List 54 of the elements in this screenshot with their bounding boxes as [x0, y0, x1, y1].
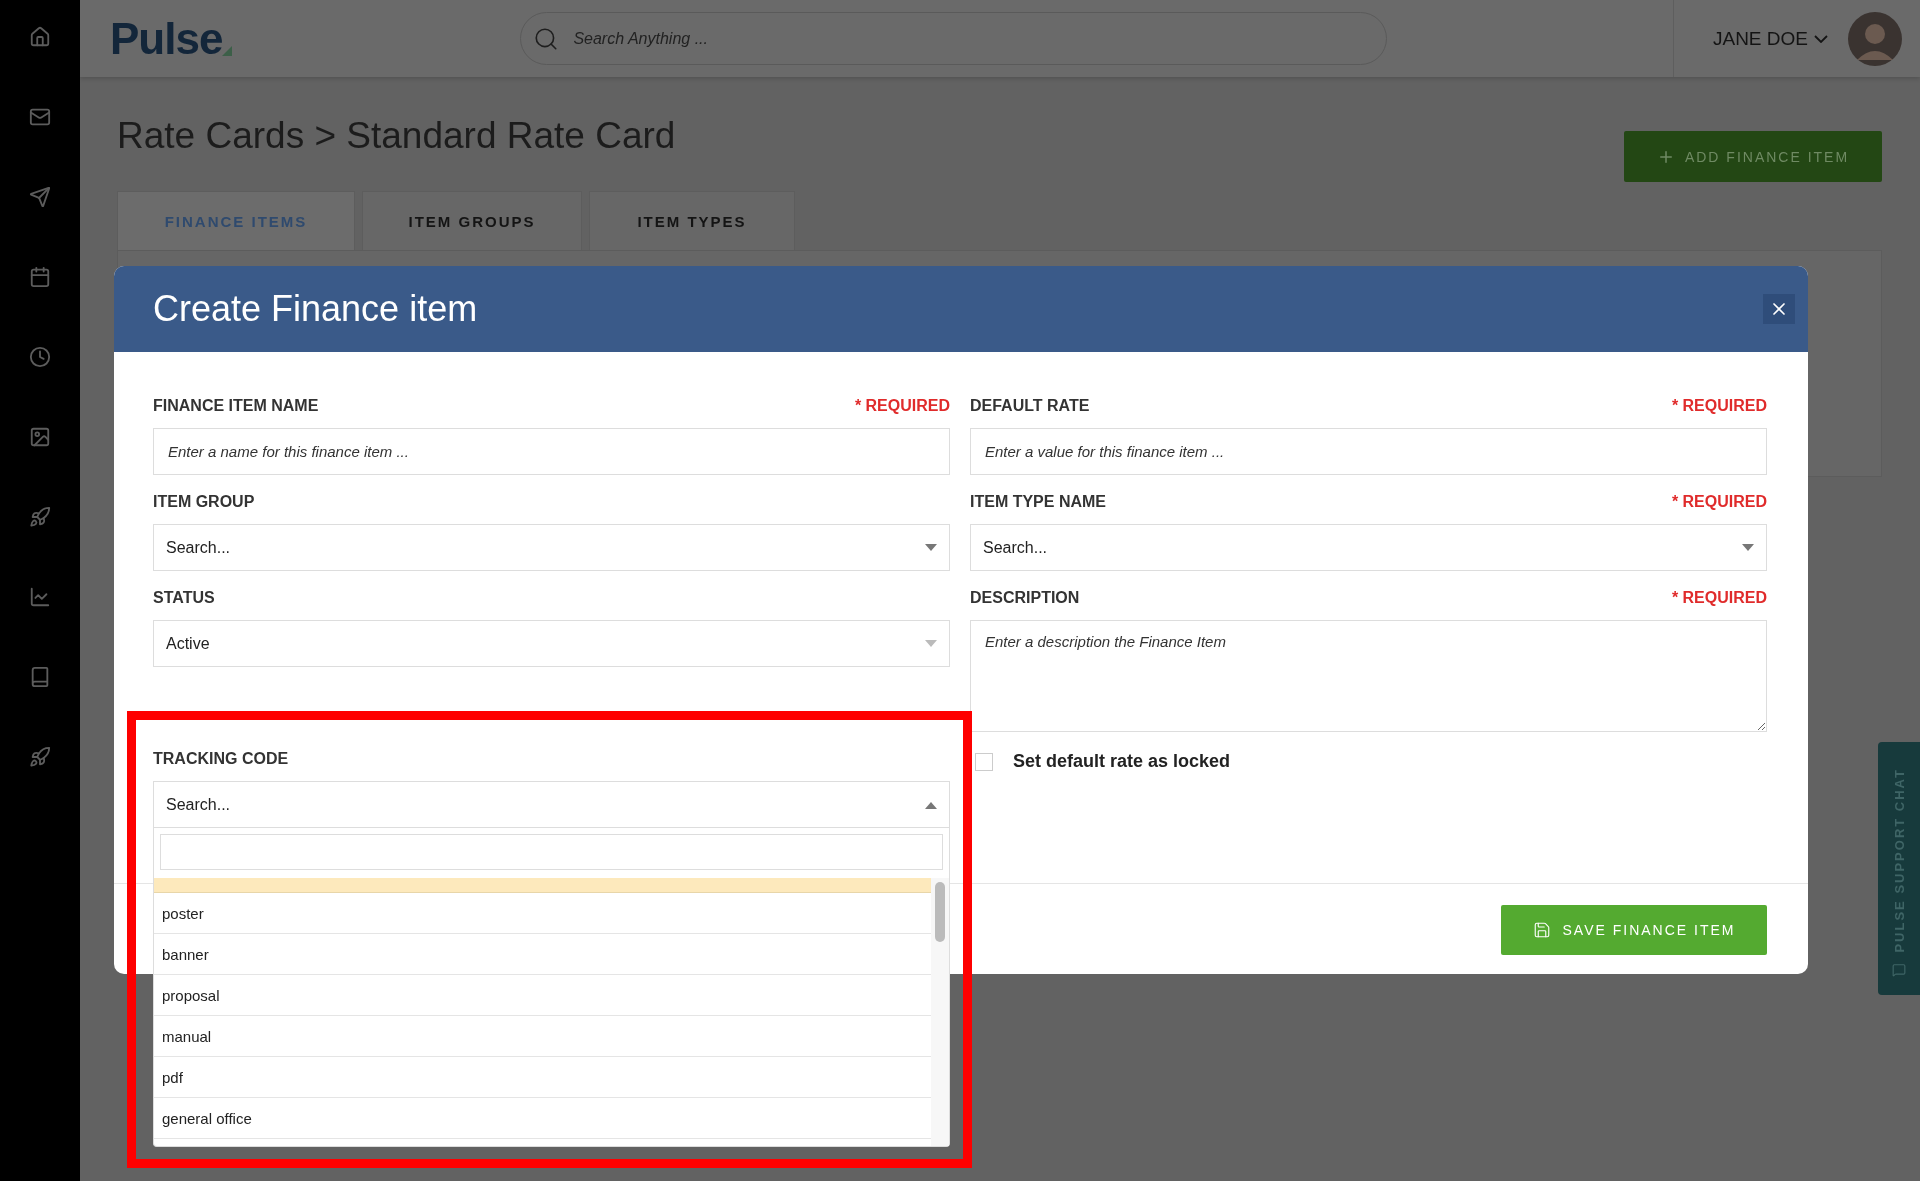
select-field[interactable]: Search...	[970, 524, 1767, 571]
select-value: Search...	[166, 538, 231, 557]
search-field[interactable]: Search Anything ...	[520, 12, 1388, 65]
select-field[interactable]: Active	[153, 620, 950, 667]
send-icon[interactable]	[29, 186, 51, 208]
required-note: * REQUIRED	[1671, 397, 1767, 415]
caret-icon	[1742, 543, 1754, 552]
select-value: Search...	[983, 538, 1048, 557]
dropdown-option[interactable]: poster	[154, 893, 931, 934]
avatar[interactable]	[1848, 11, 1902, 66]
line-chart-icon[interactable]	[29, 586, 51, 608]
dropdown-option[interactable]: general office	[154, 1098, 931, 1139]
save-icon	[1532, 921, 1551, 939]
dropdown-option[interactable]: proposal	[154, 975, 931, 1016]
dropdown-option[interactable]: banner	[154, 934, 931, 975]
field-label: STATUS	[153, 589, 215, 607]
page-title: Rate Cards > Standard Rate Card	[117, 115, 676, 157]
text-input[interactable]: Enter a value for this finance item ...	[970, 428, 1767, 475]
field-label: FINANCE ITEM NAME	[153, 397, 319, 415]
caret-icon	[925, 543, 937, 552]
required-note: * REQUIRED	[854, 397, 950, 415]
rocket-icon[interactable]	[29, 506, 51, 528]
caret-icon	[925, 639, 937, 648]
select-field[interactable]: Search...	[153, 524, 950, 571]
field-label: ITEM TYPE NAME	[970, 493, 1106, 511]
dropdown-option[interactable]: manual	[154, 1016, 931, 1057]
dropdown-option[interactable]: pdf	[154, 1057, 931, 1098]
caret-icon	[925, 800, 937, 809]
home-icon[interactable]	[29, 26, 51, 48]
chat-icon	[1892, 962, 1906, 977]
select-value: Active	[166, 634, 210, 653]
rocket-icon[interactable]	[29, 746, 51, 768]
checkbox[interactable]	[975, 752, 993, 771]
text-input[interactable]: Enter a name for this finance item ...	[153, 428, 950, 475]
checkbox-label: Set default rate as locked	[1013, 751, 1231, 772]
description-textarea[interactable]: Enter a description the Finance Item	[970, 620, 1767, 732]
image-icon[interactable]	[29, 426, 51, 448]
select-field[interactable]: Search...	[153, 781, 950, 828]
field-label: TRACKING CODE	[153, 750, 289, 768]
modal-title: Create Finance item	[153, 288, 478, 330]
scrollbar[interactable]	[931, 878, 949, 1146]
dropdown-search-field[interactable]	[160, 834, 943, 870]
field-label: ITEM GROUP	[153, 493, 255, 511]
chevron-icon	[1814, 34, 1828, 43]
required-note: * REQUIRED	[1671, 493, 1767, 511]
required-note: * REQUIRED	[1671, 589, 1767, 607]
field-label: DESCRIPTION	[970, 589, 1080, 607]
clock-icon[interactable]	[29, 346, 51, 368]
book-icon[interactable]	[29, 666, 51, 688]
select-value: Search...	[166, 795, 231, 814]
field-label: DEFAULT RATE	[970, 397, 1090, 415]
close-button[interactable]	[1763, 294, 1795, 324]
calendar-icon[interactable]	[29, 266, 51, 288]
mail-icon[interactable]	[29, 106, 51, 128]
